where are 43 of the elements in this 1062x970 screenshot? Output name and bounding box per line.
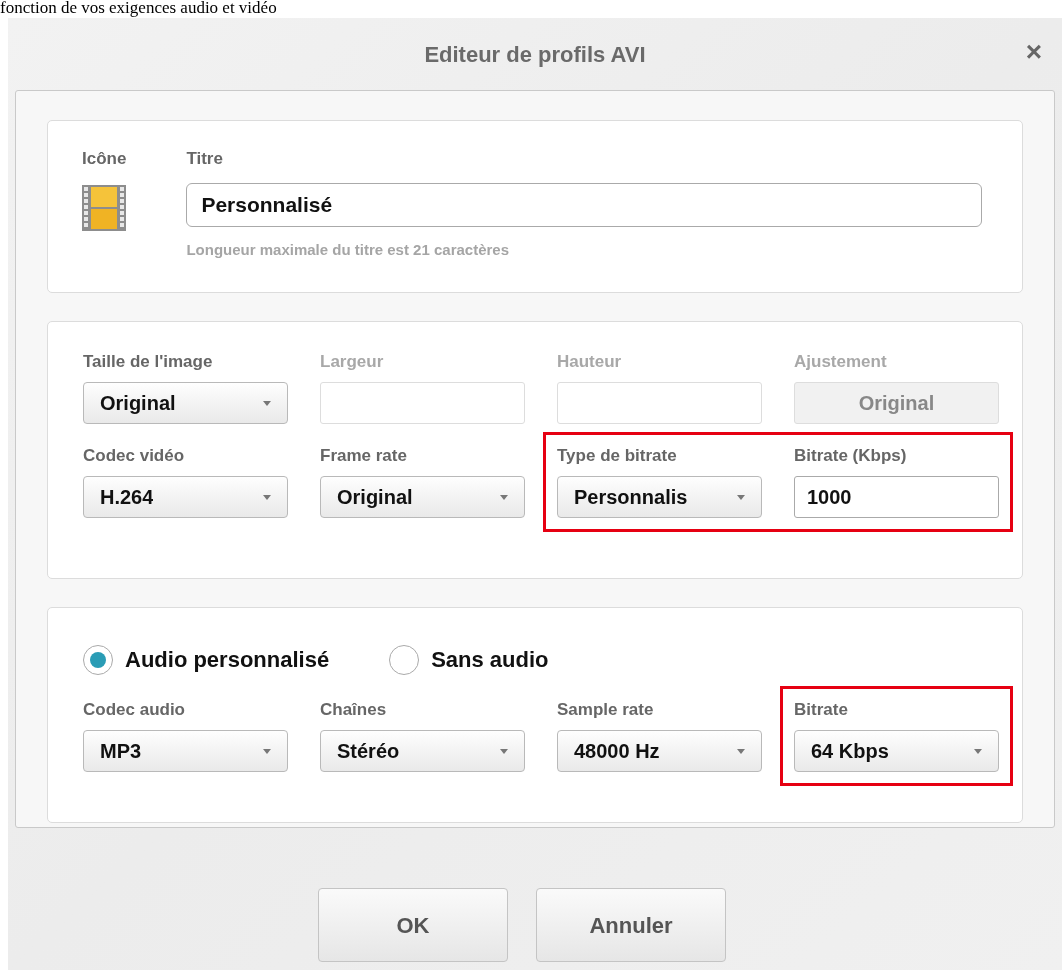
field-label: Bitrate bbox=[794, 700, 849, 720]
field-label: Sample rate bbox=[557, 700, 655, 720]
field-label: Hauteur bbox=[557, 352, 623, 372]
icon-label: Icône bbox=[82, 149, 127, 169]
dropdown[interactable]: Personnalis bbox=[557, 476, 762, 518]
dialog-button[interactable]: OK bbox=[318, 888, 508, 962]
field-label: Codec vidéo bbox=[83, 446, 186, 466]
dropdown[interactable]: Original bbox=[320, 476, 525, 518]
caret-icon bbox=[500, 494, 508, 500]
radio-option[interactable]: Sans audio bbox=[389, 643, 549, 676]
dialog-button[interactable]: Annuler bbox=[536, 888, 726, 962]
caret-icon bbox=[737, 494, 745, 500]
hint-text: Longueur maximale du titre est 21 caractères bbox=[186, 240, 511, 260]
caret-icon bbox=[263, 494, 271, 500]
field-label: Bitrate (Kbps) bbox=[794, 446, 908, 466]
field-label: Chaînes bbox=[320, 700, 388, 720]
page-text: fonction de vos exigences audio et vidéo bbox=[0, 0, 278, 18]
window-title: Editeur de profils AVI bbox=[424, 40, 646, 69]
caret-icon bbox=[737, 748, 745, 754]
dropdown[interactable]: Stéréo bbox=[320, 730, 525, 772]
caret-icon bbox=[263, 400, 271, 406]
close-button[interactable]: × bbox=[1025, 38, 1042, 66]
dropdown[interactable]: 64 Kbps bbox=[794, 730, 999, 772]
caret-icon bbox=[500, 748, 508, 754]
dropdown[interactable]: 48000 Hz bbox=[557, 730, 762, 772]
dropdown[interactable]: Original bbox=[83, 382, 288, 424]
field-label: Frame rate bbox=[320, 446, 408, 466]
input-field[interactable]: 1000 bbox=[794, 476, 999, 518]
field-label: Codec audio bbox=[83, 700, 186, 720]
title-label: Titre bbox=[186, 149, 224, 169]
field-label: Type de bitrate bbox=[557, 446, 678, 466]
field-label: Ajustement bbox=[794, 352, 888, 372]
caret-icon bbox=[263, 748, 271, 754]
caret-icon bbox=[974, 748, 982, 754]
dropdown[interactable]: MP3 bbox=[83, 730, 288, 772]
film-icon bbox=[82, 185, 127, 231]
dropdown[interactable]: H.264 bbox=[83, 476, 288, 518]
title-field[interactable]: Personnalisé bbox=[186, 183, 982, 227]
radio-option[interactable]: Audio personnalisé bbox=[83, 643, 330, 676]
field-label: Taille de l'image bbox=[83, 352, 214, 372]
radio-button[interactable] bbox=[83, 644, 113, 675]
radio-button[interactable] bbox=[389, 644, 420, 675]
field-label: Largeur bbox=[320, 352, 385, 372]
